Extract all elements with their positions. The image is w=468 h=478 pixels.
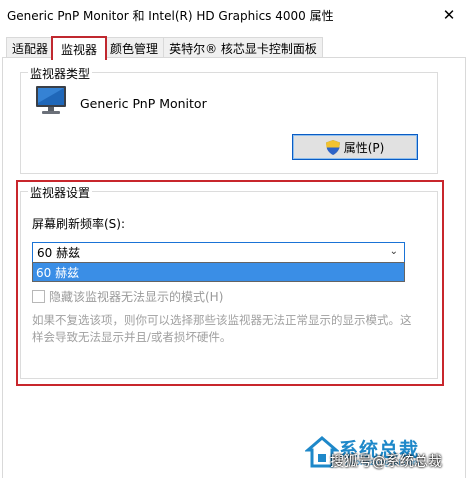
annotation-highlight-box — [16, 180, 444, 386]
sohu-watermark-text: 搜狐号@系统总裁 — [330, 454, 442, 470]
tab-monitor[interactable]: 监视器 — [51, 36, 107, 60]
refresh-rate-dropdown-list: 60 赫兹 — [32, 262, 405, 282]
tab-intel-control-panel[interactable]: 英特尔® 核芯显卡控制面板 — [163, 37, 323, 58]
properties-button[interactable]: 属性(P) — [292, 134, 418, 160]
hide-modes-row[interactable]: 隐藏该监视器无法显示的模式(H) — [32, 288, 223, 305]
title-bar: Generic PnP Monitor 和 Intel(R) HD Graphi… — [0, 0, 468, 30]
hide-modes-checkbox[interactable] — [32, 290, 45, 303]
tab-strip: 适配器 监视器 颜色管理 英特尔® 核芯显卡控制面板 — [0, 36, 468, 60]
refresh-rate-value: 60 赫兹 — [37, 246, 81, 260]
tab-adapter[interactable]: 适配器 — [6, 37, 54, 58]
refresh-rate-select[interactable]: 60 赫兹 ⌄ — [32, 242, 405, 263]
window-title: Generic PnP Monitor 和 Intel(R) HD Graphi… — [7, 9, 334, 23]
refresh-rate-label: 屏幕刷新频率(S): — [32, 217, 126, 231]
uac-shield-icon — [325, 139, 340, 155]
monitor-icon — [36, 86, 66, 114]
monitor-name: Generic PnP Monitor — [80, 96, 207, 111]
monitor-type-legend: 监视器类型 — [28, 65, 93, 82]
properties-button-label: 属性(P) — [343, 140, 385, 155]
warning-note: 如果不复选该项，则你可以选择那些该监视器无法正常显示的显示模式。这样会导致无法显… — [32, 313, 412, 344]
close-button[interactable]: ✕ — [430, 0, 468, 30]
chevron-down-icon: ⌄ — [389, 246, 398, 257]
tab-color-management[interactable]: 颜色管理 — [104, 37, 164, 58]
hide-modes-label: 隐藏该监视器无法显示的模式(H) — [49, 290, 224, 304]
dropdown-option-60hz[interactable]: 60 赫兹 — [33, 263, 404, 281]
